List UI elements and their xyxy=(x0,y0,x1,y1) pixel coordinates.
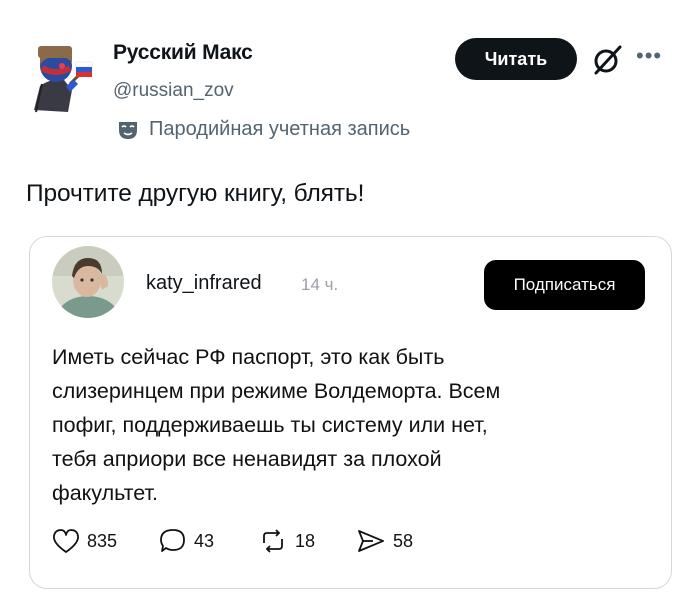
quote-body: Иметь сейчас РФ паспорт, это как быть сл… xyxy=(52,340,642,510)
like-count: 835 xyxy=(87,530,118,551)
repost-icon xyxy=(263,529,283,553)
quote-body-line: слизеринцем при режиме Волдеморта. Всем xyxy=(52,379,501,403)
tweet-text: Прочтите другую книгу, блять! xyxy=(26,180,365,207)
repost-button[interactable]: 18 xyxy=(257,527,315,555)
subscribe-button[interactable]: Подписаться xyxy=(484,260,645,310)
follow-button[interactable]: Читать xyxy=(455,38,577,80)
reply-count: 43 xyxy=(194,530,215,551)
heart-icon xyxy=(53,529,79,553)
like-button[interactable]: 835 xyxy=(51,527,117,555)
quote-body-line: факультет. xyxy=(52,481,158,505)
quote-body-line: пофиг, поддерживаешь ты систему или нет, xyxy=(52,413,488,437)
quote-avatar[interactable] xyxy=(52,246,124,318)
mask-icon xyxy=(119,121,137,139)
more-icon[interactable]: ••• xyxy=(636,45,662,67)
author-handle[interactable]: @russian_zov xyxy=(113,80,234,102)
parody-label-row: Пародийная учетная запись xyxy=(117,118,410,141)
quote-username[interactable]: katy_infrared xyxy=(146,272,262,295)
quote-body-line: Иметь сейчас РФ паспорт, это как быть xyxy=(52,345,445,369)
quote-timestamp: 14 ч. xyxy=(301,275,339,294)
author-name[interactable]: Русский Макс xyxy=(113,41,253,65)
reply-button[interactable]: 43 xyxy=(158,527,214,555)
share-icon xyxy=(358,530,384,552)
share-button[interactable]: 58 xyxy=(355,527,413,555)
reply-icon xyxy=(160,529,185,552)
grok-icon[interactable] xyxy=(590,43,624,77)
share-count: 58 xyxy=(393,530,414,551)
parody-label: Пародийная учетная запись xyxy=(149,118,411,140)
author-avatar[interactable] xyxy=(20,32,102,114)
repost-count: 18 xyxy=(295,530,316,551)
quote-body-line: тебя априори все ненавидят за плохой xyxy=(52,447,442,471)
